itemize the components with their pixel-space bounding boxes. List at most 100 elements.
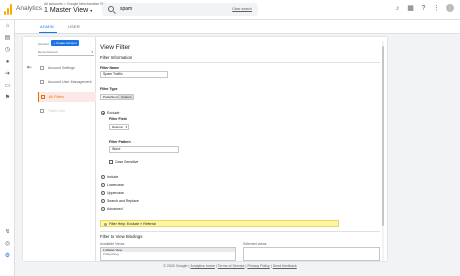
search-replace-radio[interactable] [101,199,105,203]
uppercase-label: Uppercase [107,191,124,195]
chevron-down-icon: ▾ [90,8,93,13]
account-column: Account + Create Account Demo Account ▾ … [23,37,96,261]
view-selector[interactable]: 1 Master View ▾ [44,7,92,14]
tab-user[interactable]: USER [68,24,80,29]
selected-views-list[interactable] [243,247,380,261]
attribution-icon[interactable]: ↯ [4,229,11,236]
help-icon[interactable]: ? [420,5,427,12]
filter-name-input[interactable]: Spam Traffic [100,71,168,78]
footer-link-analytics-home[interactable]: Analytics home [190,264,214,268]
chevron-down-icon: ▾ [125,125,127,129]
discover-icon[interactable]: ◎ [4,241,11,248]
section-view-bindings: Filter to View Bindings [100,234,143,239]
filter-field-label: Filter Field [109,117,127,121]
realtime-icon[interactable]: ◷ [4,47,11,54]
menu-account-settings[interactable]: Account Settings [38,63,96,73]
lowercase-radio[interactable] [101,183,105,187]
account-label: Account [38,42,49,46]
audience-icon[interactable]: ● [4,59,11,66]
lowercase-label: Lowercase [107,183,124,187]
active-tab-indicator [39,32,57,33]
top-icons: ♪ ▦ ? ⋮ [394,4,454,12]
filter-icon [41,95,45,99]
footer: © 2020 Google|Analytics home|Terms of Se… [163,264,297,268]
filter-help-bar[interactable]: Filter Help: Exclude » Referral [100,220,339,227]
footer-link-privacy[interactable]: Privacy Policy [247,264,269,268]
view-title: 1 Master View [44,7,89,14]
apps-icon[interactable]: ▦ [407,5,414,12]
filter-pattern-input[interactable]: Word [109,146,179,153]
uppercase-radio[interactable] [101,191,105,195]
admin-icon[interactable]: ⚙ [4,253,11,260]
list-item[interactable]: 1 Master View [101,248,235,252]
page-title: View Filter [100,44,131,51]
copyright: © 2020 Google [163,264,188,268]
view-filter-form: View Filter Filter Information Filter Na… [100,41,384,261]
more-icon[interactable]: ⋮ [433,5,440,12]
search-icon [108,6,114,12]
divider [100,231,380,232]
account-select-value: Demo Account [38,50,58,54]
help-icon [104,222,107,226]
home-icon[interactable]: ⌂ [4,23,11,30]
menu-all-filters[interactable]: All Filters [38,92,96,102]
avatar[interactable] [446,4,454,12]
exclude-label: Exclude [107,111,120,115]
menu-label: Account Settings [48,66,75,70]
menu-label: All Filters [49,95,64,99]
admin-card: Account + Create Account Demo Account ▾ … [23,37,387,261]
menu-trash-can[interactable]: Trash Can [38,106,96,116]
filter-pattern-label: Filter Pattern [109,140,131,144]
advanced-radio[interactable] [101,207,105,211]
include-radio[interactable] [101,175,105,179]
filter-type-custom[interactable]: Custom [118,94,135,100]
case-sensitive-label: Case Sensitive [115,160,139,164]
scrollbar[interactable] [382,41,384,261]
top-bar: Analytics All accounts > Google Merchand… [0,0,460,20]
search-replace-label: Search and Replace [107,199,139,203]
app-title: Analytics [16,5,43,12]
filter-help-text: Filter Help: Exclude » Referral [108,222,156,226]
section-filter-information: Filter Information [100,55,133,60]
menu-user-management[interactable]: Account User Management [38,77,96,87]
filter-field-value: Referral [112,125,123,129]
users-icon [40,80,44,84]
account-breadcrumb[interactable]: All accounts > Google Merchandise St... [44,2,106,6]
trash-icon [40,109,44,113]
list-item[interactable]: 2 Reporting [103,252,119,256]
left-nav: ⌂ ▤ ◷ ● ➔ ▭ ⚑ ↯ ◎ ⚙ [0,20,15,276]
include-label: Include [107,175,119,179]
advanced-label: Advanced [107,207,123,211]
settings-icon [40,66,44,70]
conversions-icon[interactable]: ⚑ [4,95,11,102]
menu-label: Account User Management [48,80,92,84]
footer-link-feedback[interactable]: Send feedback [273,264,297,268]
footer-link-terms[interactable]: Terms of Service [218,264,245,268]
available-views-label: Available Views [100,242,125,246]
exclude-radio[interactable] [101,111,105,115]
customization-icon[interactable]: ▤ [4,35,11,42]
menu-label: Trash Can [48,109,65,113]
behavior-icon[interactable]: ▭ [4,83,11,90]
admin-tabs: ADMIN USER [15,20,460,34]
available-views-list[interactable]: 1 Master View 2 Reporting [100,247,236,261]
case-sensitive-checkbox[interactable] [109,160,113,164]
chevron-down-icon: ▾ [91,50,93,54]
analytics-logo[interactable] [4,4,12,15]
scrollbar-thumb[interactable] [382,46,384,226]
filter-name-label: Filter Name [100,66,120,70]
create-account-button[interactable]: + Create Account [51,40,79,46]
search-input[interactable]: spam [120,6,132,12]
tab-admin[interactable]: ADMIN [40,24,54,29]
acquisition-icon[interactable]: ➔ [4,71,11,78]
clear-search-link[interactable]: Clear search [232,7,252,11]
selected-views-label: Selected views [243,242,267,246]
bell-icon[interactable]: ♪ [394,5,401,12]
account-select[interactable]: Demo Account ▾ [38,49,94,56]
search-box[interactable]: spam Clear search [102,3,258,16]
filter-field-select[interactable]: Referral ▾ [109,124,129,130]
filter-type-label: Filter Type [100,87,118,91]
right-background [389,34,460,264]
back-arrow-icon[interactable]: ⇤ [27,64,32,71]
divider [100,62,380,63]
